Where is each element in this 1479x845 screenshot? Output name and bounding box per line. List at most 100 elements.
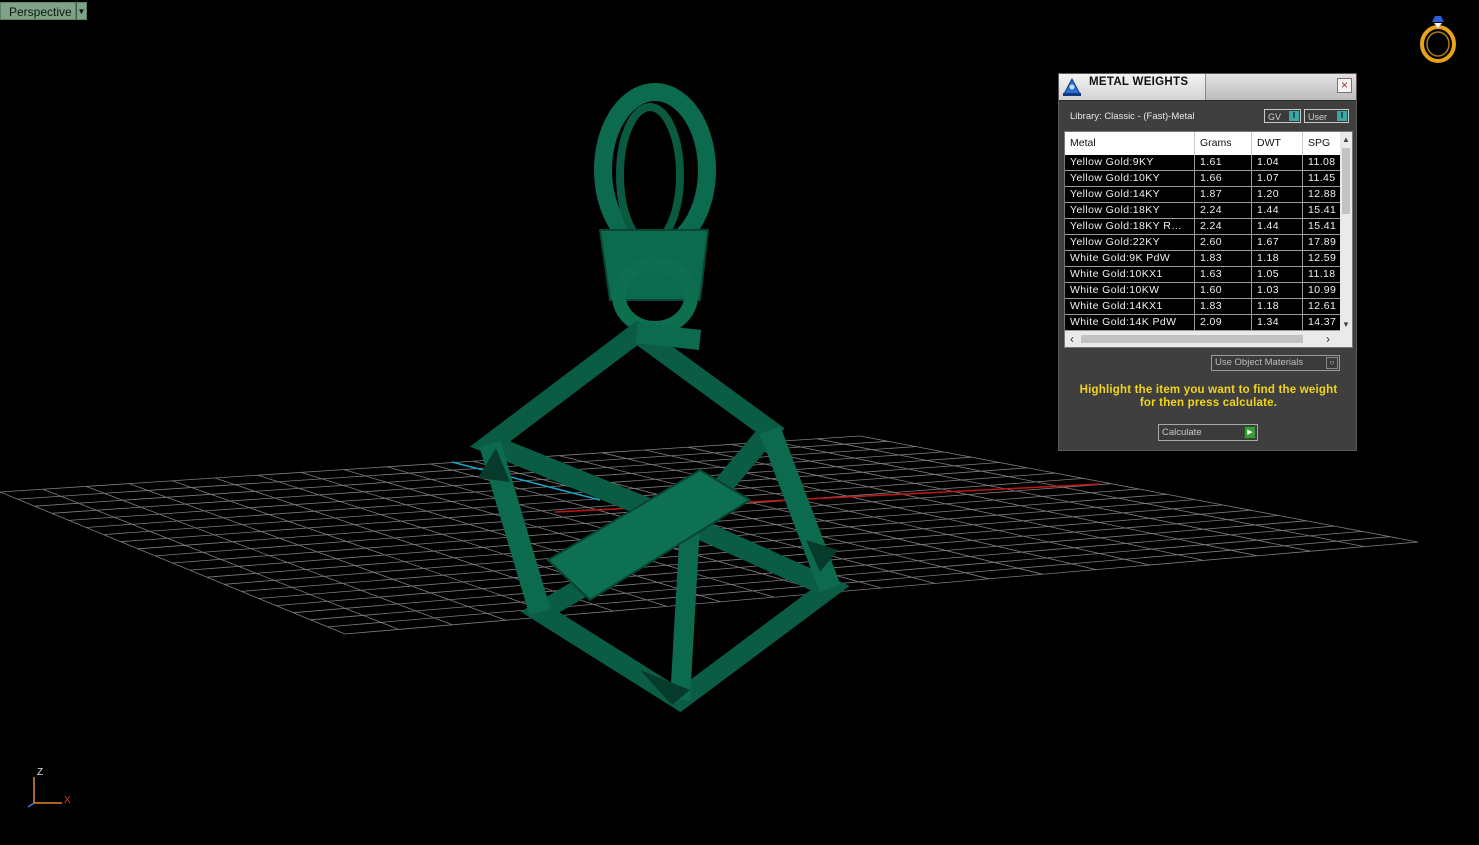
table-cell: 1.61: [1195, 155, 1252, 170]
scroll-thumb[interactable]: [1342, 148, 1350, 214]
close-icon[interactable]: ×: [1337, 78, 1352, 93]
table-row[interactable]: White Gold:9K PdW 1.83 1.18 12.59: [1065, 251, 1341, 267]
table-cell: 1.87: [1195, 187, 1252, 202]
scroll-down-icon[interactable]: ▼: [1340, 319, 1352, 331]
table-cell: 15.41: [1303, 219, 1341, 234]
table-cell: Yellow Gold:22KY: [1065, 235, 1195, 250]
vertical-scrollbar[interactable]: ▲ ▼: [1340, 132, 1352, 331]
table-cell: 1.18: [1252, 251, 1303, 266]
calculate-button[interactable]: Calculate ▶: [1158, 424, 1258, 441]
x-axis-label: X: [64, 795, 71, 806]
table-cell: 15.41: [1303, 203, 1341, 218]
table-row[interactable]: White Gold:10KX1 1.63 1.05 11.18: [1065, 267, 1341, 283]
scroll-up-icon[interactable]: ▲: [1340, 134, 1352, 146]
table-cell: 2.24: [1195, 203, 1252, 218]
table-row[interactable]: White Gold:14KX1 1.83 1.18 12.61: [1065, 299, 1341, 315]
table-cell: 1.66: [1195, 171, 1252, 186]
calculate-label: Calculate: [1162, 427, 1202, 438]
table-cell: 12.88: [1303, 187, 1341, 202]
table-cell: 1.03: [1252, 283, 1303, 298]
table-cell: 14.37: [1303, 315, 1341, 330]
viewport-label[interactable]: Perspective ▼: [0, 2, 87, 20]
table-cell: 1.83: [1195, 299, 1252, 314]
table-cell: White Gold:9K PdW: [1065, 251, 1195, 266]
cube-edge: [670, 524, 700, 701]
column-header[interactable]: Metal: [1065, 132, 1195, 155]
table-cell: Yellow Gold:9KY: [1065, 155, 1195, 170]
z-axis-label: Z: [37, 767, 43, 778]
ring-icon[interactable]: [1418, 12, 1458, 64]
table-row[interactable]: Yellow Gold:10KY 1.66 1.07 11.45: [1065, 171, 1341, 187]
table-cell: 11.18: [1303, 267, 1341, 282]
metal-table[interactable]: Metal Grams DWT SPG Yellow Gold:9KY 1.61 1…: [1064, 131, 1353, 348]
table-cell: 2.60: [1195, 235, 1252, 250]
table-cell: 11.08: [1303, 155, 1341, 170]
column-header[interactable]: Grams: [1195, 132, 1252, 155]
table-cell: 1.34: [1252, 315, 1303, 330]
table-row[interactable]: White Gold:10KW 1.60 1.03 10.99: [1065, 283, 1341, 299]
table-cell: 1.44: [1252, 203, 1303, 218]
panel-tab[interactable]: METAL WEIGHTS: [1059, 74, 1206, 100]
table-cell: 10.99: [1303, 283, 1341, 298]
column-header[interactable]: DWT: [1252, 132, 1303, 155]
table-cell: White Gold:14KX1: [1065, 299, 1195, 314]
library-label: Library: Classic - (Fast)-Metal: [1070, 111, 1195, 122]
horizontal-scrollbar[interactable]: ‹ ›: [1065, 331, 1352, 347]
table-row[interactable]: Yellow Gold:14KY 1.87 1.20 12.88: [1065, 187, 1341, 203]
toggle-indicator-icon: I: [1289, 111, 1299, 121]
table-cell: Yellow Gold:10KY: [1065, 171, 1195, 186]
3d-viewport[interactable]: Perspective ▼ Z X METAL WEIGHTS × Librar…: [0, 0, 1479, 840]
table-cell: White Gold:10KW: [1065, 283, 1195, 298]
table-cell: 17.89: [1303, 235, 1341, 250]
table-cell: 1.60: [1195, 283, 1252, 298]
column-header[interactable]: SPG: [1303, 132, 1341, 155]
table-row[interactable]: Yellow Gold:22KY 2.60 1.67 17.89: [1065, 235, 1341, 251]
table-row[interactable]: Yellow Gold:18KY 2.24 1.44 15.41: [1065, 203, 1341, 219]
table-cell: 1.20: [1252, 187, 1303, 202]
table-cell: Yellow Gold:18KY: [1065, 203, 1195, 218]
table-cell: 12.61: [1303, 299, 1341, 314]
table-cell: 1.18: [1252, 299, 1303, 314]
play-icon: ▶: [1244, 426, 1256, 439]
use-object-materials-toggle[interactable]: Use Object Materials ○: [1211, 355, 1340, 371]
table-body: Yellow Gold:9KY 1.61 1.04 11.08 Yellow Gold:…: [1065, 155, 1341, 331]
table-cell: 1.83: [1195, 251, 1252, 266]
table-cell: 1.44: [1252, 219, 1303, 234]
table-cell: Yellow Gold:14KY: [1065, 187, 1195, 202]
scale-icon: [1063, 77, 1081, 96]
scroll-left-icon[interactable]: ‹: [1065, 331, 1079, 347]
cube-pendant-model[interactable]: [469, 83, 850, 713]
toggle-circle-icon: ○: [1326, 357, 1338, 369]
toggle-indicator-icon: I: [1337, 111, 1347, 121]
table-cell: White Gold:14K PdW: [1065, 315, 1195, 330]
table-cell: 1.07: [1252, 171, 1303, 186]
table-row[interactable]: White Gold:14K PdW 2.09 1.34 14.37: [1065, 315, 1341, 331]
table-cell: 2.09: [1195, 315, 1252, 330]
table-cell: 1.63: [1195, 267, 1252, 282]
user-toggle[interactable]: User I: [1304, 109, 1349, 123]
table-header: Metal Grams DWT SPG: [1065, 132, 1341, 156]
scroll-thumb[interactable]: [1081, 335, 1303, 343]
use-object-materials-label: Use Object Materials: [1215, 357, 1304, 368]
table-cell: Yellow Gold:18KY R…: [1065, 219, 1195, 234]
table-cell: 11.45: [1303, 171, 1341, 186]
axis-triad: Z X: [27, 767, 71, 808]
table-cell: 1.67: [1252, 235, 1303, 250]
table-row[interactable]: Yellow Gold:9KY 1.61 1.04 11.08: [1065, 155, 1341, 171]
cube-edge: [635, 323, 702, 350]
table-cell: 1.05: [1252, 267, 1303, 282]
viewport-name[interactable]: Perspective: [0, 2, 76, 20]
table-row[interactable]: Yellow Gold:18KY R… 2.24 1.44 15.41: [1065, 219, 1341, 235]
chevron-down-icon[interactable]: ▼: [76, 2, 87, 20]
instruction-text: Highlight the item you want to find the …: [1079, 384, 1338, 409]
gv-toggle[interactable]: GV I: [1264, 109, 1301, 123]
scroll-right-icon[interactable]: ›: [1321, 331, 1335, 347]
table-cell: 12.59: [1303, 251, 1341, 266]
gv-label: GV: [1268, 112, 1282, 122]
metal-weights-panel[interactable]: METAL WEIGHTS × Library: Classic - (Fast…: [1058, 73, 1357, 451]
user-label: User: [1308, 112, 1328, 122]
panel-header[interactable]: METAL WEIGHTS ×: [1059, 74, 1356, 101]
bail-loop-inner: [616, 103, 684, 247]
panel-title: METAL WEIGHTS: [1089, 76, 1189, 88]
table-cell: 1.04: [1252, 155, 1303, 170]
